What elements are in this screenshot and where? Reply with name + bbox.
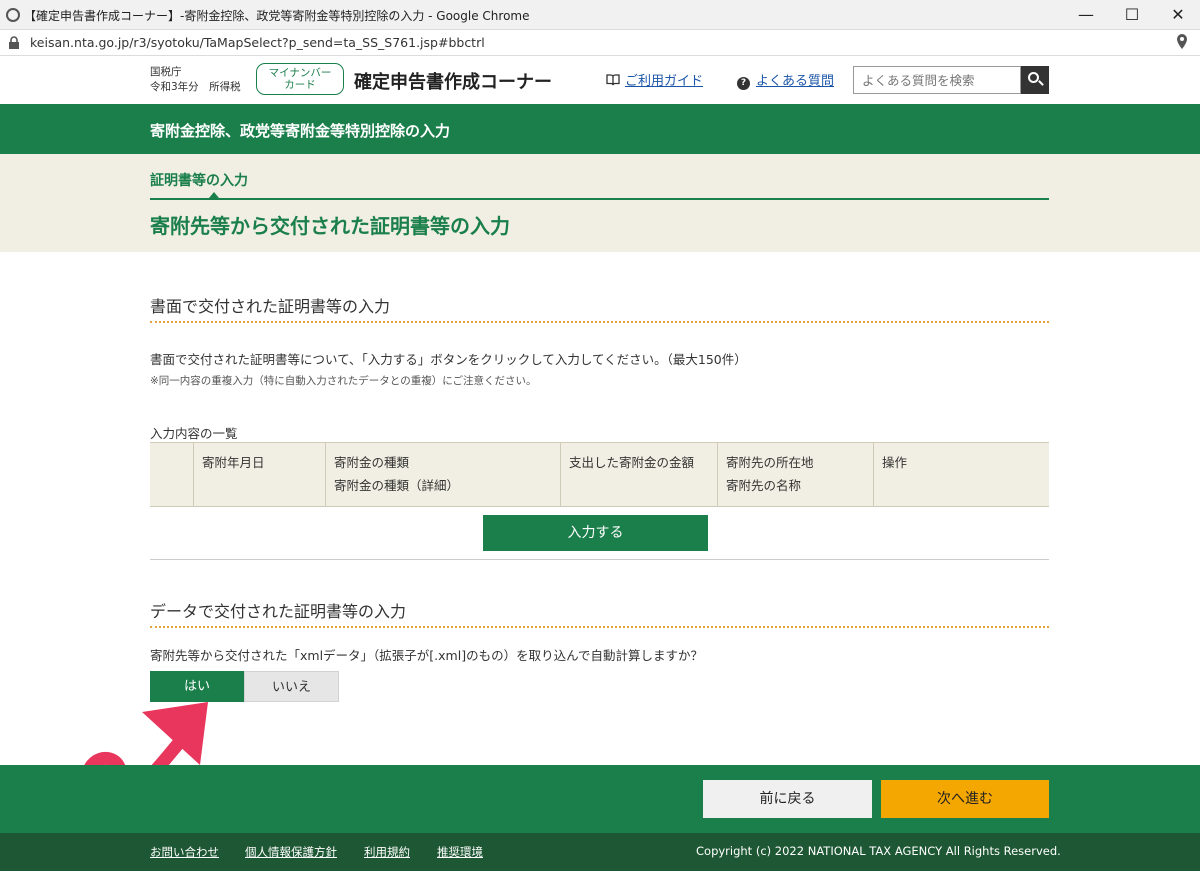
search-button[interactable] <box>1021 66 1049 94</box>
step-header: 証明書等の入力 寄附先等から交付された証明書等の入力 <box>0 154 1200 252</box>
org-label: 国税庁 令和3年分 所得税 <box>150 66 241 93</box>
section-banner: 寄附金控除、政党等寄附金等特別控除の入力 <box>0 104 1200 154</box>
globe-icon <box>6 8 20 22</box>
section-divider <box>150 321 1049 323</box>
browser-titlebar: 【確定申告書作成コーナー】-寄附金控除、政党等寄附金等特別控除の入力 - Goo… <box>0 0 1200 30</box>
faq-search-input[interactable] <box>853 66 1021 94</box>
location-pin-icon[interactable] <box>1176 34 1188 50</box>
paper-section-heading: 書面で交付された証明書等の入力 <box>150 297 391 316</box>
recommended-environment-link[interactable]: 推奨環境 <box>437 844 483 860</box>
step-divider <box>150 198 1049 200</box>
section-separator <box>150 559 1049 560</box>
table-header-cell <box>150 443 194 506</box>
table-header-cell: 寄附年月日 <box>194 443 326 506</box>
privacy-policy-link[interactable]: 個人情報保護方針 <box>245 844 337 860</box>
next-button[interactable]: 次へ進む <box>881 780 1049 818</box>
table-header-cell: 操作 <box>882 455 908 470</box>
terms-link[interactable]: 利用規約 <box>364 844 410 860</box>
table-header-cell: 寄附先の所在地 寄附先の名称 <box>718 443 874 506</box>
guide-link[interactable]: ご利用ガイド <box>606 70 703 89</box>
minimize-button[interactable]: — <box>1063 0 1109 30</box>
window-title: 【確定申告書作成コーナー】-寄附金控除、政党等寄附金等特別控除の入力 - Goo… <box>24 9 530 23</box>
footer-navigation: 前に戻る 次へ進む <box>0 765 1200 833</box>
duplicate-note: ※同一内容の重複入力（特に自動入力されたデータとの重複）にご注意ください。 <box>150 375 537 387</box>
site-title: 確定申告書作成コーナー <box>354 72 552 93</box>
entry-list-label: 入力内容の一覧 <box>150 426 238 441</box>
question-icon: ? <box>737 77 750 90</box>
footer: お問い合わせ 個人情報保護方針 利用規約 推奨環境 Copyright (c) … <box>0 833 1200 871</box>
section-divider <box>150 626 1049 628</box>
address-bar[interactable]: keisan.nta.go.jp/r3/syotoku/TaMapSelect?… <box>0 30 1200 56</box>
contact-link[interactable]: お問い合わせ <box>150 844 219 860</box>
table-header-cell: 寄附金の種類 寄附金の種類（詳細） <box>326 443 561 506</box>
maximize-button[interactable]: ☐ <box>1109 0 1155 30</box>
no-button[interactable]: いいえ <box>244 671 339 702</box>
entry-table-header: 寄附年月日 寄附金の種類 寄附金の種類（詳細） 支出した寄附金の金額 寄附先の所… <box>150 442 1049 507</box>
mynumber-card-button[interactable]: マイナンバー カード <box>256 63 344 95</box>
step-label: 証明書等の入力 <box>150 173 248 189</box>
url-text[interactable]: keisan.nta.go.jp/r3/syotoku/TaMapSelect?… <box>30 35 485 50</box>
banner-title: 寄附金控除、政党等寄附金等特別控除の入力 <box>150 122 451 140</box>
back-button[interactable]: 前に戻る <box>703 780 872 818</box>
paper-section-description: 書面で交付された証明書等について、「入力する」ボタンをクリックして入力してくださ… <box>150 352 747 367</box>
step-caret-icon <box>209 192 219 198</box>
lock-icon <box>9 36 19 49</box>
book-icon <box>606 74 620 86</box>
site-header: 国税庁 令和3年分 所得税 マイナンバー カード 確定申告書作成コーナー ご利用… <box>0 57 1200 104</box>
page-title: 寄附先等から交付された証明書等の入力 <box>150 214 510 238</box>
faq-link[interactable]: ? よくある質問 <box>737 70 834 90</box>
close-button[interactable]: ✕ <box>1155 0 1200 30</box>
data-section-heading: データで交付された証明書等の入力 <box>150 602 407 621</box>
input-button[interactable]: 入力する <box>483 515 708 551</box>
copyright-text: Copyright (c) 2022 NATIONAL TAX AGENCY A… <box>696 844 1061 858</box>
xml-import-question: 寄附先等から交付された「xmlデータ」（拡張子が[.xml]のもの）を取り込んで… <box>150 648 703 663</box>
table-header-cell: 支出した寄附金の金額 <box>561 443 718 506</box>
